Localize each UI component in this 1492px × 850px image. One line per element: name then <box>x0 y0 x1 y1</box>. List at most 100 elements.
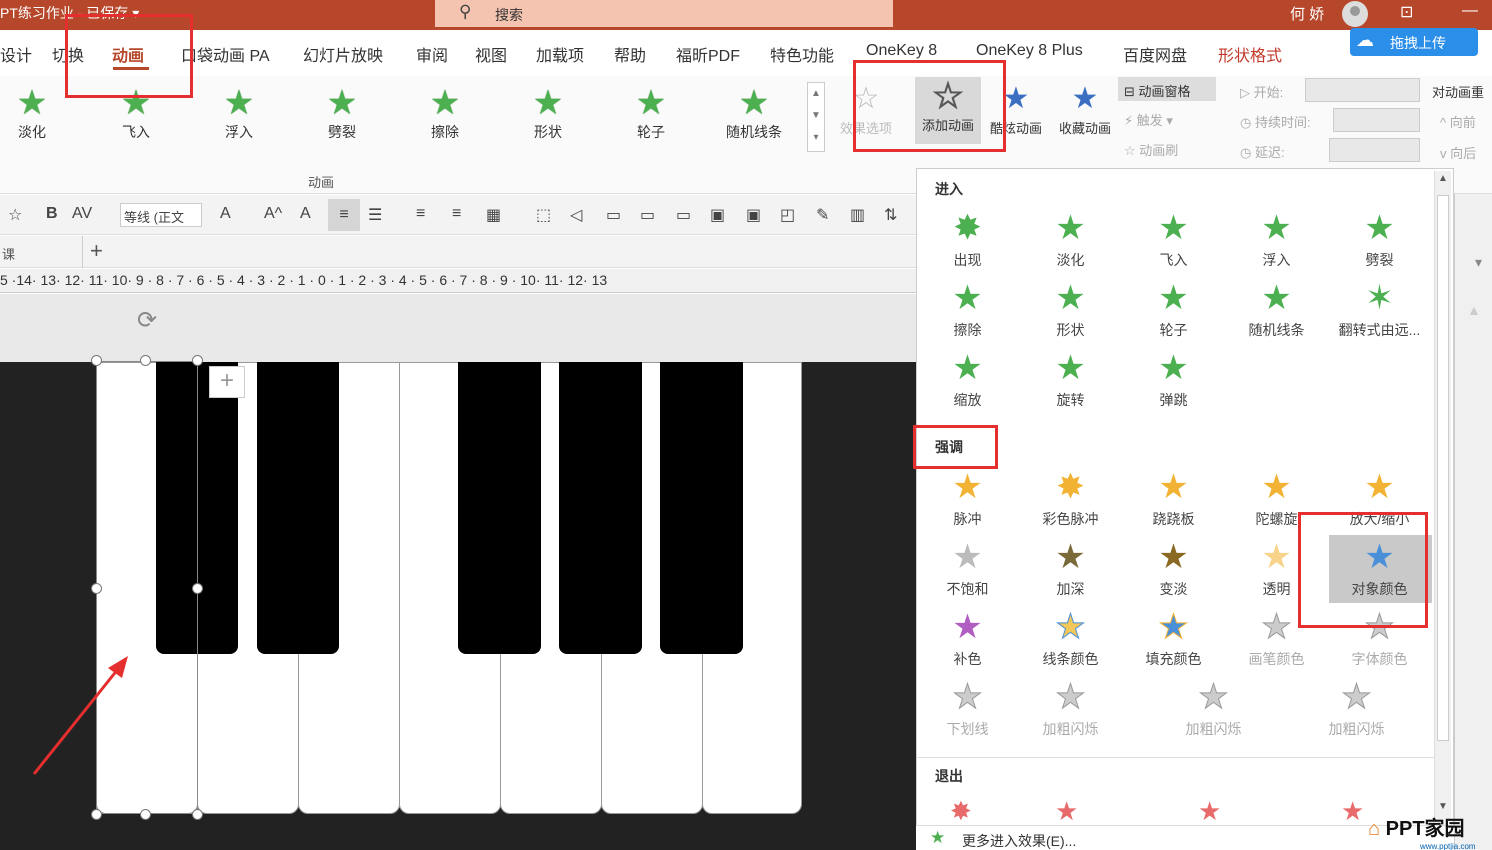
start-select[interactable] <box>1305 78 1420 102</box>
tab-slideshow[interactable]: 幻灯片放映 <box>303 42 383 66</box>
font-color-icon[interactable]: A <box>220 205 231 223</box>
exit-star-icon[interactable]: ★ <box>1198 796 1221 827</box>
effect-lighten[interactable]: ★ 变淡 <box>1122 535 1225 599</box>
bold-icon[interactable]: B <box>46 205 58 223</box>
move-earlier-button[interactable]: ^ 向前 <box>1440 112 1476 131</box>
user-name[interactable]: 何 娇 <box>1290 3 1324 24</box>
effect-wheel[interactable]: ★ 轮子 <box>1122 276 1225 340</box>
gallery-split[interactable]: ★ 劈裂 <box>292 84 392 154</box>
exit-star-icon[interactable]: ★ <box>1055 796 1078 827</box>
gallery-float-in[interactable]: ★ 浮入 <box>189 84 289 154</box>
minimize-icon[interactable]: — <box>1462 2 1478 20</box>
gallery-random-bars[interactable]: ★ 随机线条 <box>704 84 804 154</box>
document-tab[interactable]: 课 <box>2 244 15 263</box>
tab-features[interactable]: 特色功能 <box>770 42 834 66</box>
angle-icon[interactable]: ◁ <box>570 205 582 225</box>
resize-handle[interactable] <box>140 809 151 820</box>
effect-fly-in[interactable]: ★ 飞入 <box>1122 206 1225 270</box>
textbox-icon[interactable]: ▣ <box>710 205 725 225</box>
rect2-icon[interactable]: ▭ <box>640 205 655 225</box>
effect-swivel[interactable]: ★ 旋转 <box>1019 346 1122 410</box>
effect-zoom[interactable]: ★ 缩放 <box>916 346 1019 410</box>
tab-design[interactable]: 设计 <box>0 42 32 66</box>
star-outline-icon[interactable]: ☆ <box>8 205 22 225</box>
add-tab-icon[interactable]: + <box>90 238 103 264</box>
shapes-icon[interactable]: ◰ <box>780 205 795 225</box>
effect-teeter[interactable]: ★ 跷跷板 <box>1122 465 1225 529</box>
gallery-scroll[interactable]: ▲ ▼ ▾ <box>807 82 825 152</box>
search-box[interactable]: ⚲ 搜索 <box>435 0 893 27</box>
resize-handle[interactable] <box>192 583 203 594</box>
scroll-up-icon[interactable]: ▲ <box>1467 302 1481 318</box>
align-right-icon[interactable]: ≡ <box>452 205 461 223</box>
duration-input[interactable] <box>1333 108 1420 132</box>
resize-handle[interactable] <box>192 355 203 366</box>
animation-painter-button[interactable]: ☆ 动画刷 <box>1124 140 1178 159</box>
gallery-shape[interactable]: ★ 形状 <box>498 84 598 154</box>
effect-pulse[interactable]: ★ 脉冲 <box>916 465 1019 529</box>
tab-pocket-animation[interactable]: 口袋动画 PA <box>181 42 270 66</box>
rotate-handle-icon[interactable]: ⟳ <box>137 306 157 335</box>
effect-fill-color[interactable]: ★ 填充颜色 <box>1122 605 1225 669</box>
tab-review[interactable]: 审阅 <box>416 42 448 66</box>
trigger-button[interactable]: ⚡ 触发 ▾ <box>1124 110 1173 129</box>
table-icon[interactable]: ▦ <box>486 205 501 225</box>
upload-button[interactable]: ☁ 拖拽上传 <box>1350 28 1478 56</box>
panel-scrollbar[interactable]: ▲ ▼ <box>1434 171 1451 819</box>
black-key[interactable] <box>257 362 339 654</box>
effect-appear[interactable]: ✸ 出现 <box>916 206 1019 270</box>
rect-icon[interactable]: ▭ <box>606 205 621 225</box>
black-key[interactable] <box>458 362 541 654</box>
black-key[interactable] <box>559 362 642 654</box>
effect-fade[interactable]: ★ 淡化 <box>1019 206 1122 270</box>
tab-view[interactable]: 视图 <box>475 42 507 66</box>
fav-animation-button[interactable]: ★ 收藏动画 <box>1054 80 1116 137</box>
black-key[interactable] <box>660 362 743 654</box>
rect3-icon[interactable]: ▭ <box>676 205 691 225</box>
exit-star-icon[interactable]: ★ <box>1341 796 1364 827</box>
animation-pane-button[interactable]: ⊟ 动画窗格 <box>1118 77 1216 101</box>
avatar[interactable] <box>1342 1 1368 27</box>
delay-input[interactable] <box>1329 138 1420 162</box>
gallery-wipe[interactable]: ★ 擦除 <box>395 84 495 154</box>
effect-grow-turn[interactable]: ✶ 翻转式由远... <box>1328 276 1431 340</box>
resize-handle[interactable] <box>91 809 102 820</box>
text-direction-icon[interactable]: ⇅ <box>884 205 897 225</box>
shrink-font-icon[interactable]: A <box>300 205 311 223</box>
scroll-down-icon[interactable]: ▼ <box>1438 801 1448 812</box>
edit-icon[interactable]: ✎ <box>816 205 829 225</box>
effect-desaturate[interactable]: ★ 不饱和 <box>916 535 1019 599</box>
scroll-up-icon[interactable]: ▲ <box>1438 173 1448 184</box>
align-center-icon[interactable]: ≡ <box>328 199 360 231</box>
resize-handle[interactable] <box>140 355 151 366</box>
effect-wipe[interactable]: ★ 擦除 <box>916 276 1019 340</box>
exit-star-icon[interactable]: ✸ <box>950 796 972 827</box>
effect-bounce[interactable]: ★ 弹跳 <box>1122 346 1225 410</box>
bullets-icon[interactable]: ☰ <box>368 205 382 225</box>
grow-font-icon[interactable]: A^ <box>264 205 282 223</box>
tab-help[interactable]: 帮助 <box>614 42 646 66</box>
effect-line-color[interactable]: ★ 线条颜色 <box>1019 605 1122 669</box>
tab-shape-format[interactable]: 形状格式 <box>1218 42 1282 66</box>
add-element-icon[interactable]: + <box>209 366 245 398</box>
gallery-wheel[interactable]: ★ 轮子 <box>601 84 701 154</box>
tab-onekey8-plus[interactable]: OneKey 8 Plus <box>976 42 1083 60</box>
move-later-button[interactable]: v 向后 <box>1440 143 1476 162</box>
ribbon-display-icon[interactable]: ⊡ <box>1400 2 1413 22</box>
tab-baidu-disk[interactable]: 百度网盘 <box>1123 42 1187 66</box>
select-icon[interactable]: ⬚ <box>536 205 551 225</box>
effect-shape[interactable]: ★ 形状 <box>1019 276 1122 340</box>
tab-foxit-pdf[interactable]: 福昕PDF <box>676 42 740 66</box>
align-left-icon[interactable]: ≡ <box>416 205 425 223</box>
font-select[interactable]: 等线 (正文 <box>120 203 202 227</box>
effect-complementary-color[interactable]: ★ 补色 <box>916 605 1019 669</box>
resize-handle[interactable] <box>91 355 102 366</box>
scroll-thumb[interactable] <box>1437 195 1449 741</box>
effect-split[interactable]: ★ 劈裂 <box>1328 206 1431 270</box>
textbox2-icon[interactable]: ▣ <box>746 205 761 225</box>
char-spacing-icon[interactable]: AV <box>72 205 92 223</box>
resize-handle[interactable] <box>192 809 203 820</box>
effect-random-bars[interactable]: ★ 随机线条 <box>1225 276 1328 340</box>
resize-handle[interactable] <box>91 583 102 594</box>
dropdown-icon[interactable]: ▾ <box>1475 254 1482 271</box>
